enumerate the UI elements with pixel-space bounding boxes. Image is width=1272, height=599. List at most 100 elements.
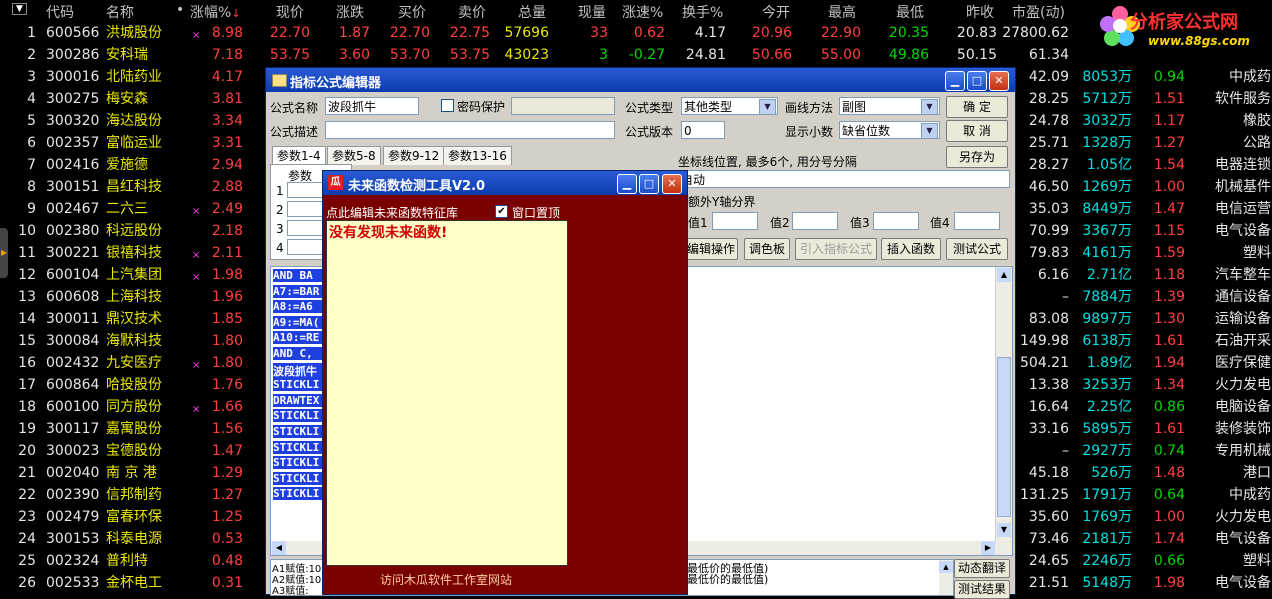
row-number: 2	[27, 47, 36, 63]
header-low[interactable]: 最低	[896, 2, 924, 22]
code-line: AND C,	[273, 347, 323, 360]
pe: 131.25	[1020, 487, 1069, 503]
header-bid[interactable]: 买价	[398, 2, 426, 22]
header-current-vol[interactable]: 现量	[578, 2, 606, 22]
column-menu-icon[interactable]: ▼	[12, 3, 27, 15]
editor-titlebar[interactable]: 指标公式编辑器 ▁ □ ✕	[266, 68, 1015, 92]
import-formula-button[interactable]: 引入指标公式	[795, 238, 877, 260]
header-speed[interactable]: 涨速%	[622, 2, 663, 22]
ratio: 1.15	[1153, 223, 1185, 239]
turnover: 4.17	[694, 25, 726, 41]
cancel-button[interactable]: 取 消	[946, 120, 1008, 142]
header-prev-close[interactable]: 昨收	[966, 2, 994, 22]
pe: 79.83	[1028, 245, 1069, 261]
header-high[interactable]: 最高	[828, 2, 856, 22]
visit-website-link[interactable]: 访问木瓜软件工作室网站	[380, 571, 512, 588]
code-line: 波段抓牛	[273, 362, 323, 379]
header-open[interactable]: 今开	[762, 2, 790, 22]
version-input[interactable]: 0	[681, 121, 725, 139]
insert-function-button[interactable]: 插入函数	[881, 238, 941, 260]
close-button[interactable]: ✕	[989, 71, 1009, 91]
stock-code: 300016	[46, 69, 100, 85]
tool-minimize-button[interactable]: ▁	[617, 174, 637, 194]
code-line: A7:=BAR	[273, 284, 323, 298]
ratio: 1.17	[1153, 113, 1185, 129]
scroll-down-icon[interactable]: ▼	[997, 523, 1011, 537]
param-name-input[interactable]	[287, 201, 327, 217]
scroll-right-icon[interactable]: ▶	[981, 541, 995, 555]
tab-params-13-16[interactable]: 参数13-16	[443, 146, 512, 165]
stock-name: 科泰电源	[106, 531, 162, 547]
header-volume[interactable]: 总量	[518, 2, 546, 22]
test-formula-button[interactable]: 测试公式	[946, 238, 1008, 260]
stock-name: 海默科技	[106, 333, 162, 349]
tab-params-1-4[interactable]: 参数1-4	[272, 146, 326, 165]
yaxis-value2-input[interactable]	[792, 212, 838, 230]
palette-button[interactable]: 调色板	[744, 238, 790, 260]
table-row[interactable]: 1 600566 洪城股份 × 8.98 22.70 1.87 22.70 22.75 57696…	[0, 22, 1272, 44]
yaxis-value3-input[interactable]	[873, 212, 919, 230]
param-name-input[interactable]	[287, 182, 327, 198]
ok-button[interactable]: 确 定	[946, 96, 1008, 118]
stock-name: 普利特	[106, 553, 148, 569]
edit-feature-library-link[interactable]: 点此编辑未来函数特征库	[326, 204, 458, 221]
header-pe[interactable]: 市盈(动)	[1012, 2, 1065, 22]
header-name[interactable]: 名称	[106, 2, 134, 22]
scroll-up-icon[interactable]: ▲	[997, 268, 1011, 282]
info-scrollbar[interactable]: ▲	[939, 560, 953, 595]
scroll-up-icon[interactable]: ▲	[939, 561, 953, 573]
row-number: 11	[18, 245, 36, 261]
tab-params-9-12[interactable]: 参数9-12	[383, 146, 445, 165]
yaxis-value1-label: 值1	[688, 216, 708, 230]
header-change-pct[interactable]: 涨幅%↓	[190, 2, 241, 22]
change-pct: 1.47	[211, 443, 243, 459]
minimize-button[interactable]: ▁	[945, 71, 965, 91]
decimal-select[interactable]: 缺省位数 ▼	[839, 121, 940, 139]
tool-maximize-button[interactable]: □	[639, 174, 659, 194]
yaxis-value1-input[interactable]	[712, 212, 758, 230]
side-panel-handle[interactable]: ▶	[0, 228, 8, 278]
test-result-button[interactable]: 测试结果	[954, 580, 1010, 599]
header-ask[interactable]: 卖价	[458, 2, 486, 22]
name-label: 公式名称	[270, 101, 319, 115]
change-pct: 3.81	[211, 91, 243, 107]
row-number: 18	[18, 399, 36, 415]
formula-type-select[interactable]: 其他类型 ▼	[681, 97, 778, 115]
tool-app-icon: 瓜	[328, 175, 343, 190]
tool-titlebar[interactable]: 瓜 未来函数检测工具V2.0 ▁ □ ✕	[323, 171, 687, 195]
header-turnover[interactable]: 换手%	[682, 2, 723, 22]
dynamic-translate-button[interactable]: 动态翻译	[954, 559, 1010, 578]
mark-cell: ×	[192, 30, 201, 41]
ratio: 1.00	[1153, 179, 1185, 195]
table-row[interactable]: 2 300286 安科瑞 7.18 53.75 3.60 53.70 53.75 43023 3 -…	[0, 44, 1272, 66]
scroll-left-icon[interactable]: ◀	[272, 541, 286, 555]
change-pct: 3.34	[211, 113, 243, 129]
code-line: STICKLI	[273, 487, 323, 501]
mark-cell: ×	[192, 272, 201, 283]
header-price[interactable]: 现价	[276, 2, 304, 22]
bid: 53.70	[389, 47, 430, 63]
draw-method-select[interactable]: 副图 ▼	[839, 97, 940, 115]
stock-name: 鼎汉技术	[106, 311, 162, 327]
header-diff[interactable]: 涨跌	[336, 2, 364, 22]
password-input[interactable]	[511, 97, 615, 115]
tab-params-5-8[interactable]: 参数5-8	[327, 146, 381, 165]
market-cap: 2.71亿	[1086, 267, 1132, 283]
stock-name: 同方股份	[106, 399, 162, 415]
code-scrollbar[interactable]: ▲ ▼	[995, 267, 1012, 555]
formula-desc-input[interactable]	[325, 121, 615, 139]
topmost-checkbox[interactable]: ✔	[495, 205, 508, 218]
yaxis-value4-input[interactable]	[954, 212, 1000, 230]
param-name-input[interactable]	[287, 239, 327, 255]
scroll-thumb[interactable]	[997, 357, 1011, 517]
axis-position-input[interactable]: 自动	[678, 170, 1010, 188]
save-as-button[interactable]: 另存为	[946, 146, 1008, 168]
header-code[interactable]: 代码	[46, 2, 74, 22]
tool-close-button[interactable]: ✕	[662, 174, 682, 194]
edit-ops-button[interactable]: 编辑操作	[684, 238, 738, 260]
maximize-button[interactable]: □	[967, 71, 987, 91]
param-name-input[interactable]	[287, 220, 327, 236]
change-pct: 1.96	[211, 289, 243, 305]
formula-name-input[interactable]: 波段抓牛	[325, 97, 419, 115]
password-checkbox[interactable]	[441, 99, 454, 112]
